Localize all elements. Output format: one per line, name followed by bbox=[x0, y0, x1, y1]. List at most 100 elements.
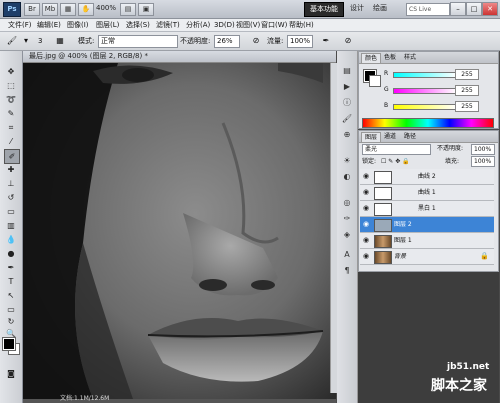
tab-color[interactable]: 颜色 bbox=[361, 53, 382, 63]
blend-mode-select[interactable]: 柔光 bbox=[362, 144, 431, 155]
arrange-documents-icon[interactable]: ▤ bbox=[120, 3, 136, 16]
eye-icon[interactable]: ◉ bbox=[362, 220, 370, 228]
move-tool-icon[interactable]: ✥ bbox=[4, 65, 18, 78]
eye-icon[interactable]: ◉ bbox=[362, 252, 370, 260]
layer-row[interactable]: ◉ 曲线 2 bbox=[360, 169, 494, 185]
tab-layers[interactable]: 图层 bbox=[361, 132, 382, 142]
canvas[interactable] bbox=[23, 63, 336, 399]
gradient-tool-icon[interactable]: ▥ bbox=[4, 219, 18, 232]
brush-size[interactable]: 3 bbox=[38, 37, 42, 46]
maximize-icon[interactable]: □ bbox=[466, 2, 482, 16]
layer-row[interactable]: ◉ 曲线 1 bbox=[360, 185, 494, 201]
quick-select-tool-icon[interactable]: ✎ bbox=[4, 107, 18, 120]
menu-filter[interactable]: 滤镜(T) bbox=[156, 20, 180, 30]
channel-g-value[interactable]: 255 bbox=[455, 85, 479, 96]
layer-opacity-input[interactable]: 100% bbox=[471, 144, 495, 155]
eye-icon[interactable]: ◉ bbox=[362, 188, 370, 196]
eyedropper-tool-icon[interactable]: ⁄ bbox=[4, 135, 18, 148]
close-icon[interactable]: ✕ bbox=[482, 2, 498, 16]
mode-select[interactable]: 正常 bbox=[98, 35, 178, 48]
layer-row[interactable]: ◉ 背景 🔒 bbox=[360, 249, 494, 265]
eye-icon[interactable]: ◉ bbox=[362, 236, 370, 244]
brush-tool-icon[interactable]: ✐ bbox=[4, 149, 20, 164]
channel-b-slider[interactable] bbox=[393, 104, 457, 110]
flow-input[interactable]: 100% bbox=[287, 35, 313, 48]
menu-image[interactable]: 图像(I) bbox=[67, 20, 89, 30]
pen-tool-icon[interactable]: ✒ bbox=[4, 261, 18, 274]
clone-stamp-tool-icon[interactable]: ⊥ bbox=[4, 177, 18, 190]
layer-row[interactable]: ◉ 图层 1 bbox=[360, 233, 494, 249]
type-tool-icon[interactable]: T bbox=[4, 275, 18, 288]
color-spectrum-ramp[interactable] bbox=[362, 118, 494, 128]
brush-panel-icon[interactable]: ▦ bbox=[54, 35, 66, 47]
menu-file[interactable]: 文件(F) bbox=[8, 20, 32, 30]
minibridge-icon[interactable]: Mb bbox=[42, 3, 58, 16]
minimize-icon[interactable]: – bbox=[450, 2, 466, 16]
clone-source-panel-icon[interactable]: ⊕ bbox=[341, 129, 353, 141]
info-panel-icon[interactable]: ⓘ bbox=[341, 97, 353, 109]
3d-panel-icon[interactable]: ◈ bbox=[341, 229, 353, 241]
eye-icon[interactable]: ◉ bbox=[362, 204, 370, 212]
tab-channels[interactable]: 通道 bbox=[381, 132, 399, 141]
brush-panel-icon[interactable]: 🖌 bbox=[341, 113, 353, 125]
screen-mode-icon[interactable]: ▣ bbox=[138, 3, 154, 16]
bridge-icon[interactable]: Br bbox=[24, 3, 40, 16]
layer-row[interactable]: ◉ 黑白 1 bbox=[360, 201, 494, 217]
tab-styles[interactable]: 样式 bbox=[401, 53, 419, 62]
document-tab[interactable]: 最后.jpg @ 400% (图层 2, RGB/8) * bbox=[23, 51, 336, 63]
tab-swatches[interactable]: 色板 bbox=[381, 53, 399, 62]
lasso-tool-icon[interactable]: ➰ bbox=[4, 93, 18, 106]
layer-row-selected[interactable]: ◉ 图层 2 bbox=[360, 217, 494, 233]
crop-tool-icon[interactable]: ⌗ bbox=[4, 121, 18, 134]
airbrush-icon[interactable]: ✒ bbox=[320, 35, 332, 47]
lock-icons[interactable]: ☐ ✎ ✥ 🔒 bbox=[381, 157, 410, 166]
quick-mask-icon[interactable]: ◙ bbox=[4, 367, 18, 380]
hand-tool-icon[interactable]: ✋ bbox=[78, 3, 94, 16]
pressure-opacity-icon[interactable]: ⊘ bbox=[250, 35, 262, 47]
workspace-essentials[interactable]: 基本功能 bbox=[304, 2, 344, 17]
background-color-chip[interactable] bbox=[369, 75, 381, 87]
paths-panel-icon[interactable]: ✑ bbox=[341, 213, 353, 225]
menu-view[interactable]: 视图(V) bbox=[236, 20, 260, 30]
eraser-tool-icon[interactable]: ▭ bbox=[4, 205, 18, 218]
brush-preset-icon[interactable]: 🖌 bbox=[6, 35, 18, 47]
dodge-tool-icon[interactable]: ● bbox=[4, 247, 18, 260]
foreground-color-swatch[interactable] bbox=[2, 337, 16, 351]
marquee-tool-icon[interactable]: ⬚ bbox=[4, 79, 18, 92]
menu-select[interactable]: 选择(S) bbox=[126, 20, 150, 30]
cs-live-field[interactable]: CS Live bbox=[406, 3, 450, 16]
menu-layer[interactable]: 图层(L) bbox=[96, 20, 119, 30]
view-extras-icon[interactable]: ▦ bbox=[60, 3, 76, 16]
actions-panel-icon[interactable]: ▶ bbox=[341, 81, 353, 93]
layer-opacity-label: 不透明度: bbox=[437, 145, 464, 152]
channel-g-slider[interactable] bbox=[393, 88, 457, 94]
menu-edit[interactable]: 编辑(E) bbox=[37, 20, 61, 30]
fill-input[interactable]: 100% bbox=[471, 156, 495, 167]
menu-help[interactable]: 帮助(H) bbox=[289, 20, 314, 30]
character-panel-icon[interactable]: A bbox=[341, 249, 353, 261]
history-brush-tool-icon[interactable]: ↺ bbox=[4, 191, 18, 204]
history-panel-icon[interactable]: ▤ bbox=[341, 65, 353, 77]
workspace-design[interactable]: 设计 bbox=[345, 2, 369, 15]
tab-paths[interactable]: 路径 bbox=[401, 132, 419, 141]
opacity-input[interactable]: 26% bbox=[214, 35, 240, 48]
path-select-tool-icon[interactable]: ↖ bbox=[4, 289, 18, 302]
masks-panel-icon[interactable]: ◐ bbox=[341, 171, 353, 183]
zoom-level[interactable]: 400% bbox=[96, 4, 116, 12]
channel-r-value[interactable]: 255 bbox=[455, 69, 479, 80]
blur-tool-icon[interactable]: 💧 bbox=[4, 233, 18, 246]
pressure-size-icon[interactable]: ⊘ bbox=[342, 35, 354, 47]
menu-3d[interactable]: 3D(D) bbox=[214, 20, 235, 30]
eye-icon[interactable]: ◉ bbox=[362, 172, 370, 180]
menu-window[interactable]: 窗口(W) bbox=[261, 20, 287, 30]
chevron-down-icon[interactable]: ▾ bbox=[20, 35, 32, 47]
channel-b-value[interactable]: 255 bbox=[455, 101, 479, 112]
paragraph-panel-icon[interactable]: ¶ bbox=[341, 265, 353, 277]
channel-r-slider[interactable] bbox=[393, 72, 457, 78]
healing-brush-tool-icon[interactable]: ✚ bbox=[4, 163, 18, 176]
workspace-painting[interactable]: 绘画 bbox=[368, 2, 392, 15]
menu-analysis[interactable]: 分析(A) bbox=[186, 20, 210, 30]
adjustments-panel-icon[interactable]: ☀ bbox=[341, 155, 353, 167]
channels-panel-icon[interactable]: ◎ bbox=[341, 197, 353, 209]
vertical-scrollbar[interactable] bbox=[330, 63, 337, 393]
